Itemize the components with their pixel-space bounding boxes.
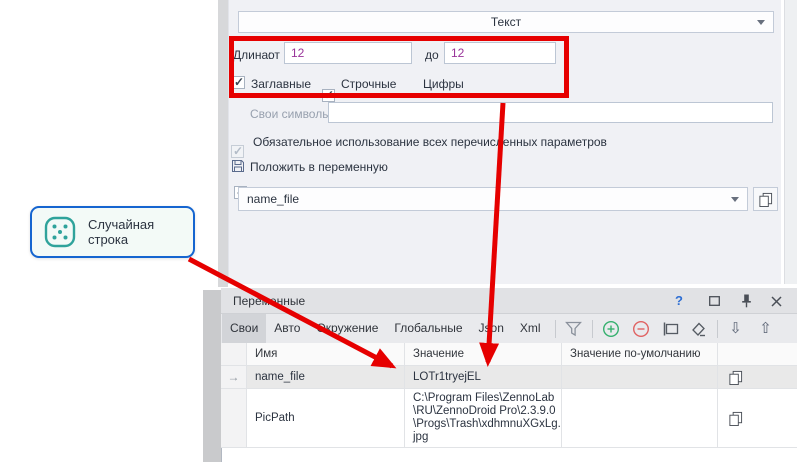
use-all-label: Обязательное использование всех перечисл… bbox=[253, 135, 607, 149]
tab-json[interactable]: Json bbox=[471, 314, 512, 343]
table-cell-default[interactable] bbox=[562, 389, 718, 448]
copy-icon bbox=[758, 192, 773, 207]
add-variable-button[interactable] bbox=[599, 317, 623, 341]
filter-button[interactable] bbox=[562, 317, 586, 341]
current-row-arrow-icon: → bbox=[228, 370, 240, 384]
vertical-splitter-lower[interactable] bbox=[203, 290, 221, 462]
tab-auto[interactable]: Авто bbox=[266, 314, 308, 343]
row-indicator-cell bbox=[221, 389, 247, 448]
variables-tabstrip: Свои Авто Окружение Глобальные Json Xml … bbox=[221, 314, 797, 343]
vertical-splitter[interactable] bbox=[218, 0, 228, 287]
add-icon bbox=[602, 320, 620, 338]
move-down-button[interactable]: ⇩ bbox=[724, 317, 748, 341]
toolbar-separator bbox=[555, 320, 556, 338]
copy-row-button[interactable] bbox=[718, 389, 797, 448]
length-from-label: от bbox=[268, 48, 280, 62]
lowercase-label: Строчные bbox=[341, 77, 396, 91]
arrow-up-icon: ⇧ bbox=[759, 321, 772, 336]
copy-row-button[interactable] bbox=[718, 366, 797, 389]
table-cell-default[interactable] bbox=[562, 366, 718, 389]
chevron-down-icon bbox=[731, 197, 739, 202]
remove-variable-button[interactable] bbox=[629, 317, 653, 341]
table-cell-name[interactable]: name_file bbox=[247, 366, 405, 389]
save-to-variable-icon bbox=[230, 158, 246, 174]
properties-scrollbar[interactable] bbox=[784, 0, 797, 284]
table-cell-value[interactable]: LOTr1tryejEL bbox=[405, 366, 562, 389]
clear-button[interactable] bbox=[687, 317, 711, 341]
column-header-default[interactable]: Значение по-умолчанию bbox=[562, 343, 718, 366]
length-from-input[interactable]: 12 bbox=[284, 42, 412, 64]
length-label: Длина: bbox=[233, 48, 271, 62]
variable-dropdown-value: name_file bbox=[247, 192, 299, 206]
close-icon bbox=[771, 296, 782, 307]
maximize-icon bbox=[709, 296, 720, 306]
move-up-button[interactable]: ⇧ bbox=[754, 317, 778, 341]
column-header-name[interactable]: Имя bbox=[247, 343, 405, 366]
maximize-button[interactable] bbox=[706, 293, 722, 309]
copy-variable-button[interactable] bbox=[753, 187, 778, 211]
length-to-label: до bbox=[425, 48, 439, 62]
table-cell-name[interactable]: PicPath bbox=[247, 389, 405, 448]
copy-icon bbox=[728, 370, 743, 385]
tab-own[interactable]: Свои bbox=[222, 314, 266, 343]
toolbar-separator bbox=[592, 320, 593, 338]
uppercase-checkbox[interactable] bbox=[232, 76, 245, 89]
chevron-down-icon bbox=[757, 20, 765, 25]
digits-label: Цифры bbox=[423, 77, 464, 91]
type-dropdown-value: Текст bbox=[491, 15, 521, 29]
arrow-down-icon: ⇩ bbox=[729, 321, 742, 336]
uppercase-label: Заглавные bbox=[251, 77, 311, 91]
length-to-input[interactable]: 12 bbox=[444, 42, 556, 64]
row-indicator-cell: → bbox=[221, 366, 247, 389]
pin-icon bbox=[741, 294, 752, 308]
rename-button[interactable] bbox=[659, 317, 683, 341]
custom-chars-label: Свои символы bbox=[250, 107, 331, 121]
close-button[interactable] bbox=[768, 293, 784, 309]
tab-global[interactable]: Глобальные bbox=[386, 314, 470, 343]
toolbar-separator bbox=[717, 320, 718, 338]
table-cell-value[interactable]: C:\Program Files\ZennoLab\RU\ZennoDroid … bbox=[405, 389, 562, 448]
help-icon[interactable]: ? bbox=[672, 293, 686, 308]
copy-icon bbox=[728, 411, 743, 426]
dice-icon bbox=[43, 215, 77, 249]
column-header-actions bbox=[718, 343, 797, 366]
pin-button[interactable] bbox=[738, 293, 754, 309]
tab-environment[interactable]: Окружение bbox=[308, 314, 386, 343]
type-dropdown[interactable]: Текст bbox=[238, 11, 774, 33]
remove-icon bbox=[632, 320, 650, 338]
table-corner-cell bbox=[221, 343, 247, 366]
action-block-random-string[interactable]: Случайная строка bbox=[30, 206, 195, 258]
action-block-label: Случайная строка bbox=[88, 217, 193, 247]
tab-xml[interactable]: Xml bbox=[512, 314, 549, 343]
variable-dropdown[interactable]: name_file bbox=[238, 187, 748, 211]
frame-icon bbox=[662, 321, 680, 337]
eraser-icon bbox=[690, 321, 707, 337]
filter-icon bbox=[565, 321, 582, 337]
lowercase-checkbox[interactable] bbox=[322, 89, 335, 102]
custom-chars-input[interactable] bbox=[328, 102, 773, 123]
custom-chars-checkbox bbox=[231, 145, 244, 158]
column-header-value[interactable]: Значение bbox=[405, 343, 562, 366]
variables-title: Переменные bbox=[233, 294, 305, 308]
put-to-variable-label: Положить в переменную bbox=[250, 160, 388, 174]
